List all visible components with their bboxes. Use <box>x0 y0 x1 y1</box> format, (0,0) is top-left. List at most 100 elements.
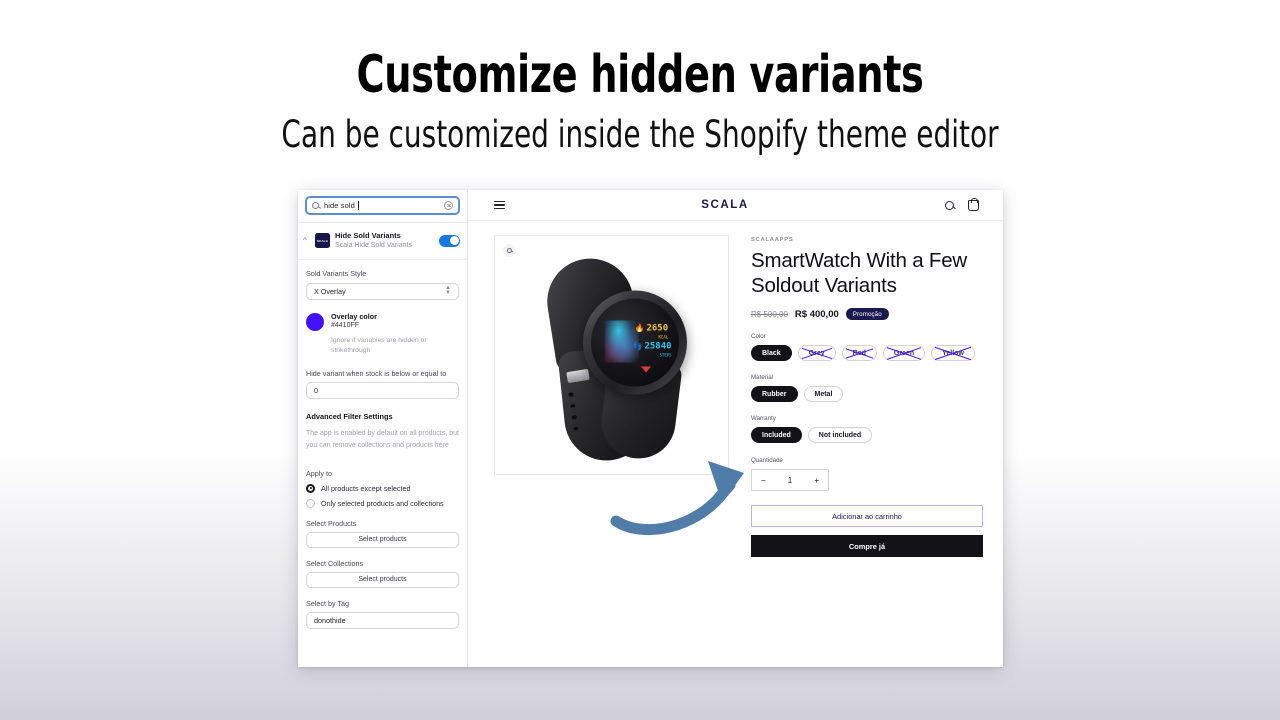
product-info: SCALAAPPS SmartWatch With a Few Soldout … <box>751 235 983 667</box>
stock-field-label: Hide variant when stock is below or equa… <box>306 369 447 379</box>
shopping-bag-icon[interactable] <box>968 198 979 211</box>
quantity-increase-button[interactable]: + <box>814 476 819 485</box>
store-header-icons <box>945 198 979 211</box>
watch-kcal-unit: KCAL <box>658 334 669 340</box>
variant-chip-red[interactable]: Red <box>841 345 877 361</box>
add-to-cart-button[interactable]: Adicionar ao carrinho <box>751 505 983 527</box>
select-collections-label: Select Collections <box>306 558 364 568</box>
quantity-stepper[interactable]: − 1 + <box>751 469 829 491</box>
clear-search-icon[interactable] <box>444 201 453 210</box>
buy-now-button[interactable]: Compre já <box>751 535 983 557</box>
radio-all-products[interactable]: All products except selected <box>306 483 459 493</box>
app-block-meta: Hide Sold Variants Scala Hide Sold Varia… <box>335 231 434 250</box>
app-logo-icon: SCALA <box>315 233 330 249</box>
storefront-preview: SCALA 🔥 2650 KCAL 👣 25840 STEPS SCALAAPP… <box>468 190 1003 667</box>
page-subtitle: Can be customized inside the Shopify the… <box>281 113 999 157</box>
select-value: X Overlay <box>314 286 346 296</box>
product-vendor: SCALAAPPS <box>751 237 794 243</box>
store-header: SCALA <box>468 190 1003 221</box>
select-by-tag-value: donothide <box>314 615 346 625</box>
apply-to-label: Apply to <box>306 468 332 478</box>
watch-kcal-value: 2650 <box>646 323 669 334</box>
smartwatch-product-image: 🔥 2650 KCAL 👣 25840 STEPS <box>507 252 717 465</box>
product-page-body: 🔥 2650 KCAL 👣 25840 STEPS SCALAAPPS Smar… <box>468 221 1003 667</box>
option-label-color: Color <box>751 333 766 340</box>
product-gallery: 🔥 2650 KCAL 👣 25840 STEPS <box>494 235 744 667</box>
advanced-settings-heading: Advanced Filter Settings <box>306 412 393 422</box>
app-block-subtitle: Scala Hide Sold Variants <box>335 241 412 249</box>
page-title: Customize hidden variants <box>356 45 924 105</box>
radio-button-icon[interactable] <box>306 498 315 508</box>
variant-chip-not-included[interactable]: Not included <box>807 427 873 443</box>
style-field-label: Sold Variants Style <box>306 269 367 279</box>
option-label-material: Material <box>751 374 774 381</box>
select-by-tag-label: Select by Tag <box>306 598 350 608</box>
variant-chip-black[interactable]: Black <box>751 345 792 361</box>
watch-screen: 🔥 2650 KCAL 👣 25840 STEPS <box>590 298 679 387</box>
select-products-label: Select Products <box>306 518 357 528</box>
select-collections-button[interactable]: Select products <box>306 571 459 588</box>
status-badge: Promoção <box>845 308 889 320</box>
search-input[interactable]: hide sold <box>305 196 460 215</box>
stock-threshold-input[interactable]: 0 <box>306 382 459 400</box>
watch-case: 🔥 2650 KCAL 👣 25840 STEPS <box>582 290 687 395</box>
settings-panel: Sold Variants Style X Overlay ▲ ▼ Overlay… <box>298 260 467 629</box>
variant-chip-metal[interactable]: Metal <box>803 386 844 402</box>
quantity-label: Quantidade <box>751 457 783 464</box>
option-values-warranty: Included Not included <box>751 427 983 443</box>
option-values-material: Rubber Metal <box>751 386 983 402</box>
promo-headings: Customize hidden variants Can be customi… <box>0 46 1280 158</box>
quantity-value[interactable]: 1 <box>788 476 792 485</box>
variant-chip-green[interactable]: Green <box>882 345 926 361</box>
hamburger-menu-icon[interactable] <box>494 198 505 212</box>
option-values-color: Black Grey Red Green Yellow <box>751 345 983 361</box>
settings-sidebar: hide sold ^ SCALA Hide Sold Variants Sca… <box>298 190 468 667</box>
text-cursor <box>357 201 359 210</box>
footsteps-icon: 👣 <box>632 341 643 351</box>
search-input-value: hide sold <box>324 201 355 210</box>
radio-only-selected[interactable]: Only selected products and collections <box>306 498 459 508</box>
product-title: SmartWatch With a Few Soldout Variants <box>751 249 968 297</box>
variant-chip-grey[interactable]: Grey <box>797 345 836 361</box>
flame-icon: 🔥 <box>634 323 645 333</box>
overlay-color-info: Overlay color #4410FF Ignore if variable… <box>331 312 459 357</box>
watch-steps-value: 25840 <box>644 341 672 352</box>
radio-only-selected-label: Only selected products and collections <box>321 498 444 508</box>
advanced-settings-description: The app is enabled by default on all pro… <box>306 430 459 450</box>
price-compare-at: R$ 500,00 <box>751 309 788 319</box>
overlay-color-note: Ignore if variables are hidden or strike… <box>331 336 427 354</box>
chevron-up-icon[interactable]: ^ <box>303 236 310 245</box>
toggle-knob <box>449 236 459 246</box>
radio-all-products-label: All products except selected <box>321 483 411 493</box>
search-icon <box>312 202 319 209</box>
variant-chip-included[interactable]: Included <box>751 427 802 443</box>
product-image-frame[interactable]: 🔥 2650 KCAL 👣 25840 STEPS <box>494 235 729 475</box>
store-brand-logo[interactable]: SCALA <box>505 199 945 211</box>
sidebar-search-area: hide sold <box>298 190 467 223</box>
search-icon[interactable] <box>945 200 954 210</box>
overlay-color-hex: #4410FF <box>331 322 360 330</box>
watch-indicator-icon <box>640 366 651 373</box>
overlay-color-row: Overlay color #4410FF Ignore if variable… <box>306 312 459 357</box>
select-products-button[interactable]: Select products <box>306 531 459 548</box>
zoom-in-icon[interactable] <box>503 244 516 257</box>
app-block-title: Hide Sold Variants <box>335 231 401 240</box>
variant-chip-yellow[interactable]: Yellow <box>931 345 975 361</box>
select-by-tag-input[interactable]: donothide <box>306 611 459 629</box>
app-block-header[interactable]: ^ SCALA Hide Sold Variants Scala Hide So… <box>298 223 467 261</box>
app-enable-toggle[interactable] <box>439 234 460 247</box>
quantity-decrease-button[interactable]: − <box>761 476 766 485</box>
sold-variants-style-select[interactable]: X Overlay ▲ ▼ <box>306 282 459 300</box>
price-current: R$ 400,00 <box>794 308 839 320</box>
overlay-color-swatch[interactable] <box>306 312 324 331</box>
watch-kcal-stat: 🔥 2650 KCAL <box>634 323 669 340</box>
radio-button-selected-icon[interactable] <box>306 483 315 493</box>
option-label-warranty: Warranty <box>751 415 776 422</box>
watch-steps-stat: 👣 25840 STEPS <box>632 341 672 358</box>
chevron-updown-icon: ▲ ▼ <box>445 285 451 297</box>
variant-chip-rubber[interactable]: Rubber <box>751 386 798 402</box>
stock-threshold-value: 0 <box>314 386 318 396</box>
theme-editor-window: hide sold ^ SCALA Hide Sold Variants Sca… <box>298 190 1003 667</box>
price-row: R$ 500,00 R$ 400,00 Promoção <box>751 308 983 320</box>
overlay-color-label: Overlay color <box>331 311 377 321</box>
